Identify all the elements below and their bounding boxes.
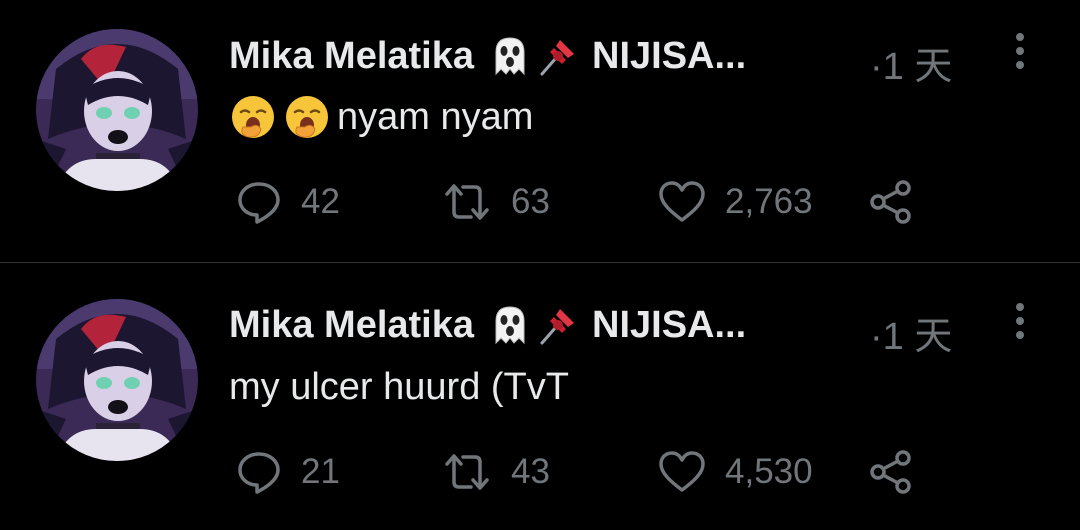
ghost-icon <box>488 34 532 78</box>
retweet-button[interactable]: 63 <box>441 174 550 230</box>
tweet-header: Mika Melatika NIJISA... <box>229 31 746 81</box>
tweet-text: nyam nyam <box>229 92 533 142</box>
reply-button[interactable]: 42 <box>235 174 340 230</box>
tweet-text: my ulcer huurd (TvT <box>229 362 569 412</box>
retweet-arrows-icon <box>445 454 489 490</box>
reply-button[interactable]: 21 <box>235 444 340 500</box>
share-button[interactable] <box>867 174 915 230</box>
like-button[interactable]: 2,763 <box>657 174 813 230</box>
share-nodes-icon <box>870 450 911 494</box>
tweet-text-content: my ulcer huurd (TvT <box>229 365 569 408</box>
like-button[interactable]: 4,530 <box>657 444 813 500</box>
tweet-actions: 42 63 2,763 <box>229 174 949 230</box>
yawning-face-icon <box>283 93 331 141</box>
tweet-feed: Mika Melatika NIJISA... ·1 天 nyam nyam 4… <box>0 0 1080 530</box>
avatar[interactable] <box>36 29 198 191</box>
vertical-dots-icon <box>1016 303 1024 339</box>
author-handle[interactable]: NIJISA... <box>592 35 746 78</box>
retweet-count: 43 <box>511 452 550 491</box>
pushpin-icon <box>536 303 580 347</box>
tweet[interactable]: Mika Melatika NIJISA... ·1 天 <box>0 263 1080 530</box>
avatar[interactable] <box>36 299 198 461</box>
author-handle[interactable]: NIJISA... <box>592 304 746 347</box>
speech-bubble-icon <box>238 452 280 494</box>
author-display-name[interactable]: Mika Melatika <box>229 35 474 78</box>
retweet-count: 63 <box>511 182 550 221</box>
tweet-timestamp[interactable]: ·1 天 <box>870 35 952 90</box>
yawning-face-icon <box>229 93 277 141</box>
pushpin-icon <box>536 34 580 78</box>
vertical-dots-icon <box>1016 33 1024 69</box>
more-options-button[interactable] <box>1000 26 1040 76</box>
tweet-timestamp[interactable]: ·1 天 <box>870 305 952 360</box>
like-count: 2,763 <box>725 182 813 221</box>
speech-bubble-icon <box>238 182 280 224</box>
retweet-arrows-icon <box>445 184 489 220</box>
reply-count: 42 <box>301 182 340 221</box>
avatar-image <box>36 299 198 461</box>
tweet[interactable]: Mika Melatika NIJISA... ·1 天 <box>0 0 1080 262</box>
more-options-button[interactable] <box>1000 296 1040 346</box>
heart-icon <box>659 181 705 222</box>
tweet-header: Mika Melatika NIJISA... <box>229 300 746 350</box>
like-count: 4,530 <box>725 452 813 491</box>
retweet-button[interactable]: 43 <box>441 444 550 500</box>
author-display-name[interactable]: Mika Melatika <box>229 304 474 347</box>
reply-count: 21 <box>301 452 340 491</box>
heart-icon <box>659 451 705 492</box>
avatar-image <box>36 29 198 191</box>
share-button[interactable] <box>867 444 915 500</box>
tweet-actions: 21 43 4,530 <box>229 444 949 500</box>
ghost-icon <box>488 303 532 347</box>
share-nodes-icon <box>870 180 911 224</box>
tweet-text-content: nyam nyam <box>337 95 534 138</box>
